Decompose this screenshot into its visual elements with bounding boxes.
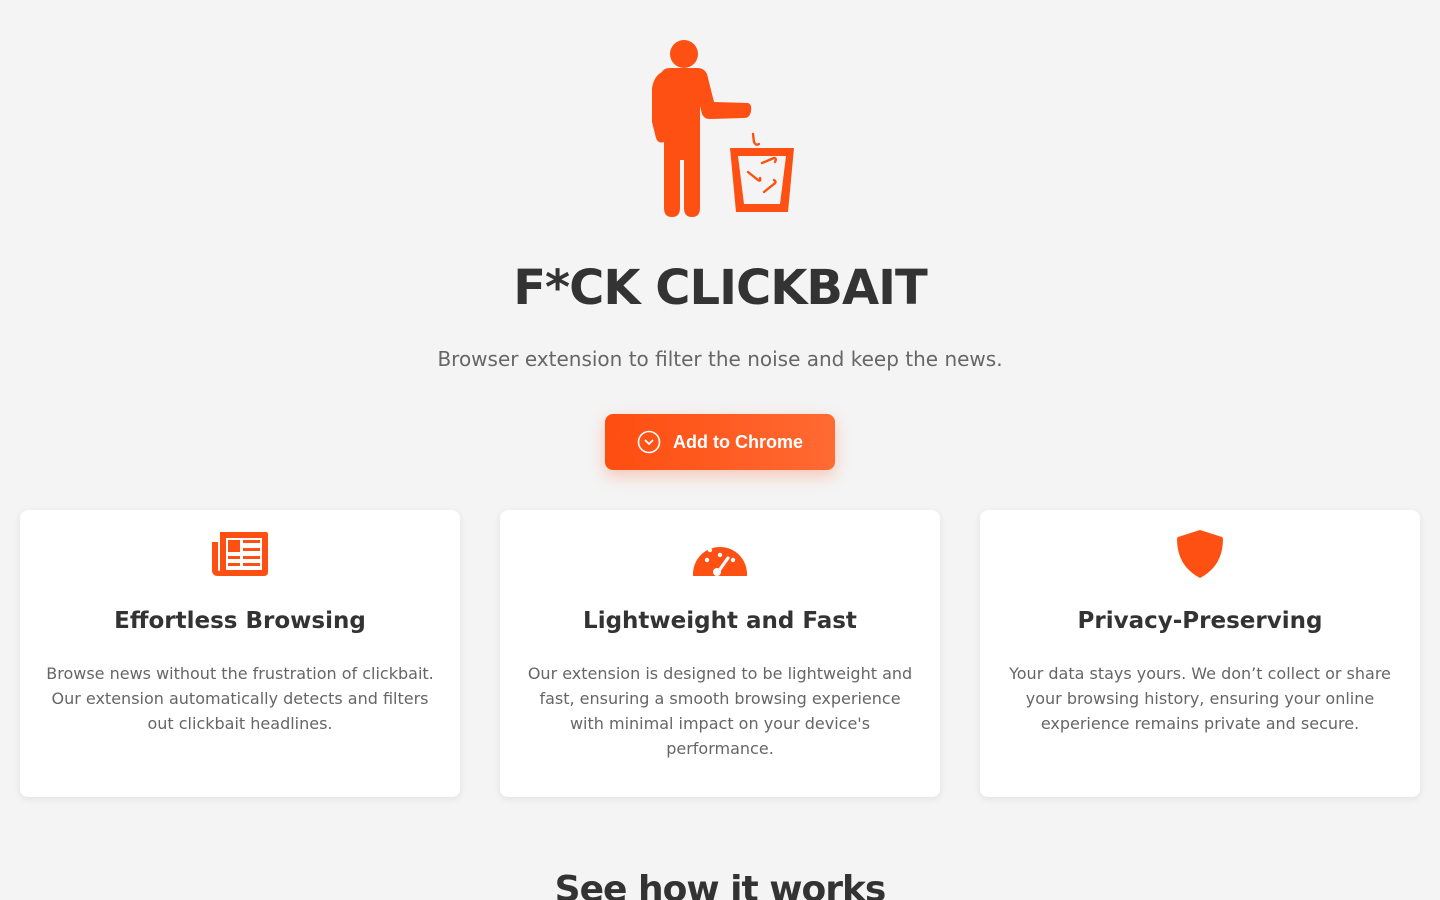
page-title: F*CK CLICKBAIT: [513, 260, 927, 316]
feature-description: Our extension is designed to be lightwei…: [527, 664, 913, 758]
feature-card-privacy: Privacy-Preserving Your data stays yours…: [980, 510, 1420, 797]
feature-description: Browse news without the frustration of c…: [46, 664, 434, 733]
feature-card-lightweight-fast: Lightweight and Fast Our extension is de…: [500, 510, 940, 797]
feature-title: Privacy-Preserving: [1077, 608, 1323, 634]
feature-description: Your data stays yours. We don’t collect …: [1009, 664, 1391, 733]
feature-title: Lightweight and Fast: [583, 608, 857, 634]
feature-card-effortless-browsing: Effortless Browsing Browse news without …: [20, 510, 460, 797]
person-trash-icon: [652, 40, 794, 217]
shield-icon: [1177, 530, 1223, 578]
add-to-chrome-button[interactable]: Add to Chrome: [605, 414, 835, 470]
feature-title: Effortless Browsing: [114, 608, 366, 634]
speedometer-icon: [693, 547, 747, 576]
landing-page: F*CK CLICKBAIT Browser extension to filt…: [0, 0, 1440, 900]
add-to-chrome-label: Add to Chrome: [673, 431, 803, 452]
how-it-works-heading: See how it works: [554, 869, 887, 900]
newspaper-icon: [212, 532, 268, 576]
page-subtitle: Browser extension to filter the noise an…: [437, 347, 1003, 371]
chevron-circle-down-icon: [637, 430, 661, 454]
